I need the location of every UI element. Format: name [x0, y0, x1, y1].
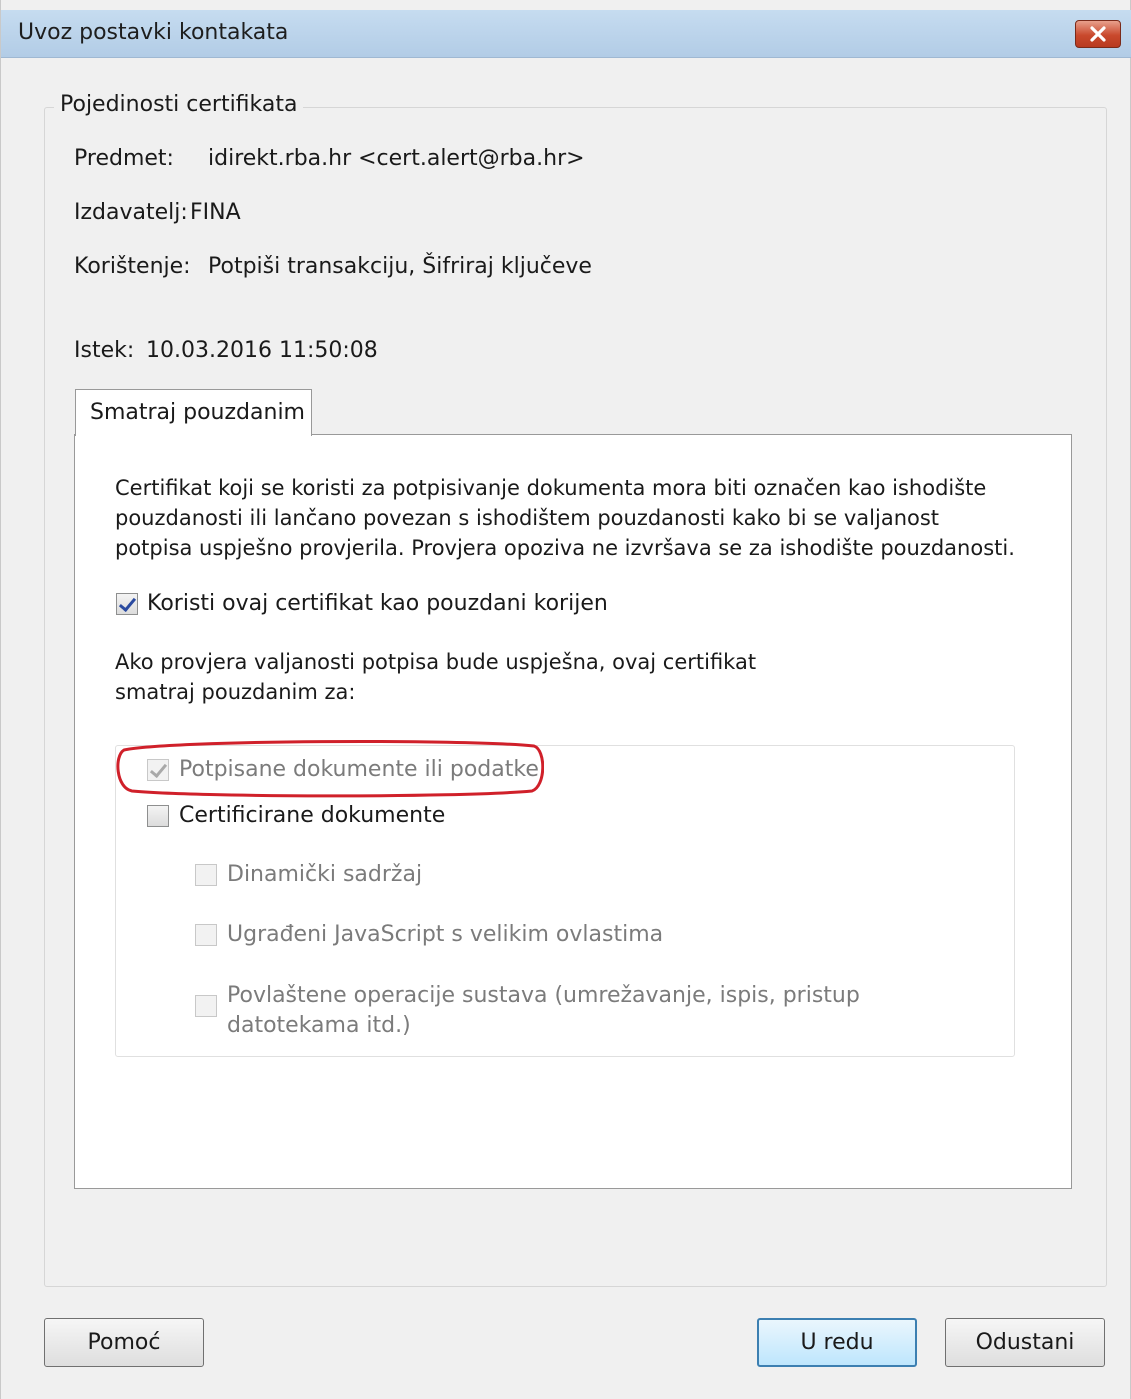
privileged-operations-line: datotekama itd.): [227, 1013, 411, 1038]
trusted-root-checkbox[interactable]: [116, 593, 138, 615]
trust-description-line: potpisa uspješno provjerila. Provjera op…: [115, 536, 1015, 560]
privileged-operations-line: Povlaštene operacije sustava (umrežavanj…: [227, 983, 860, 1008]
import-contact-settings-dialog: Uvoz postavki kontakata Pojedinosti cert…: [0, 0, 1131, 1399]
title-bar: Uvoz postavki kontakata: [1, 10, 1131, 58]
subject-value: idirekt.rba.hr <cert.alert@rba.hr>: [208, 146, 585, 171]
usage-value: Potpiši transakciju, Šifriraj ključeve: [208, 254, 592, 279]
dynamic-content-label[interactable]: Dinamički sadržaj: [227, 862, 422, 887]
tab-trust[interactable]: Smatraj pouzdanim: [75, 389, 312, 436]
trust-for-line: Ako provjera valjanosti potpisa bude usp…: [115, 650, 757, 674]
trust-description-line: pouzdanosti ili lančano povezan s ishodi…: [115, 506, 940, 530]
expiry-value: 10.03.2016 11:50:08: [146, 338, 378, 363]
certified-documents-checkbox[interactable]: [147, 805, 169, 827]
expiry-label: Istek:: [74, 338, 135, 363]
trust-description: Certifikat koji se koristi za potpisivan…: [115, 473, 1015, 563]
javascript-checkbox[interactable]: [195, 924, 217, 946]
trust-description-line: Certifikat koji se koristi za potpisivan…: [115, 476, 987, 500]
certified-documents-label[interactable]: Certificirane dokumente: [179, 803, 445, 828]
ok-button[interactable]: U redu: [757, 1318, 917, 1367]
usage-label: Korištenje:: [74, 254, 191, 279]
close-icon: [1090, 26, 1106, 42]
signed-documents-checkbox[interactable]: [147, 759, 169, 781]
certificate-details-title: Pojedinosti certifikata: [54, 92, 304, 117]
dynamic-content-checkbox[interactable]: [195, 864, 217, 886]
signed-documents-label[interactable]: Potpisane dokumente ili podatke: [179, 757, 539, 782]
issuer-label: Izdavatelj:: [74, 200, 188, 225]
issuer-value: FINA: [190, 200, 241, 225]
tab-trust-label: Smatraj pouzdanim: [90, 400, 305, 425]
javascript-label[interactable]: Ugrađeni JavaScript s velikim ovlastima: [227, 922, 663, 947]
window-title: Uvoz postavki kontakata: [18, 20, 289, 45]
trust-for-line: smatraj pouzdanim za:: [115, 680, 356, 704]
privileged-operations-label[interactable]: Povlaštene operacije sustava (umrežavanj…: [227, 981, 860, 1041]
help-button[interactable]: Pomoć: [44, 1318, 204, 1367]
cancel-button[interactable]: Odustani: [945, 1318, 1105, 1367]
trusted-root-label[interactable]: Koristi ovaj certifikat kao pouzdani kor…: [147, 591, 608, 616]
trust-for-text: Ako provjera valjanosti potpisa bude usp…: [115, 647, 756, 707]
subject-label: Predmet:: [74, 146, 174, 171]
privileged-operations-checkbox[interactable]: [195, 995, 217, 1017]
close-button[interactable]: [1075, 20, 1121, 48]
